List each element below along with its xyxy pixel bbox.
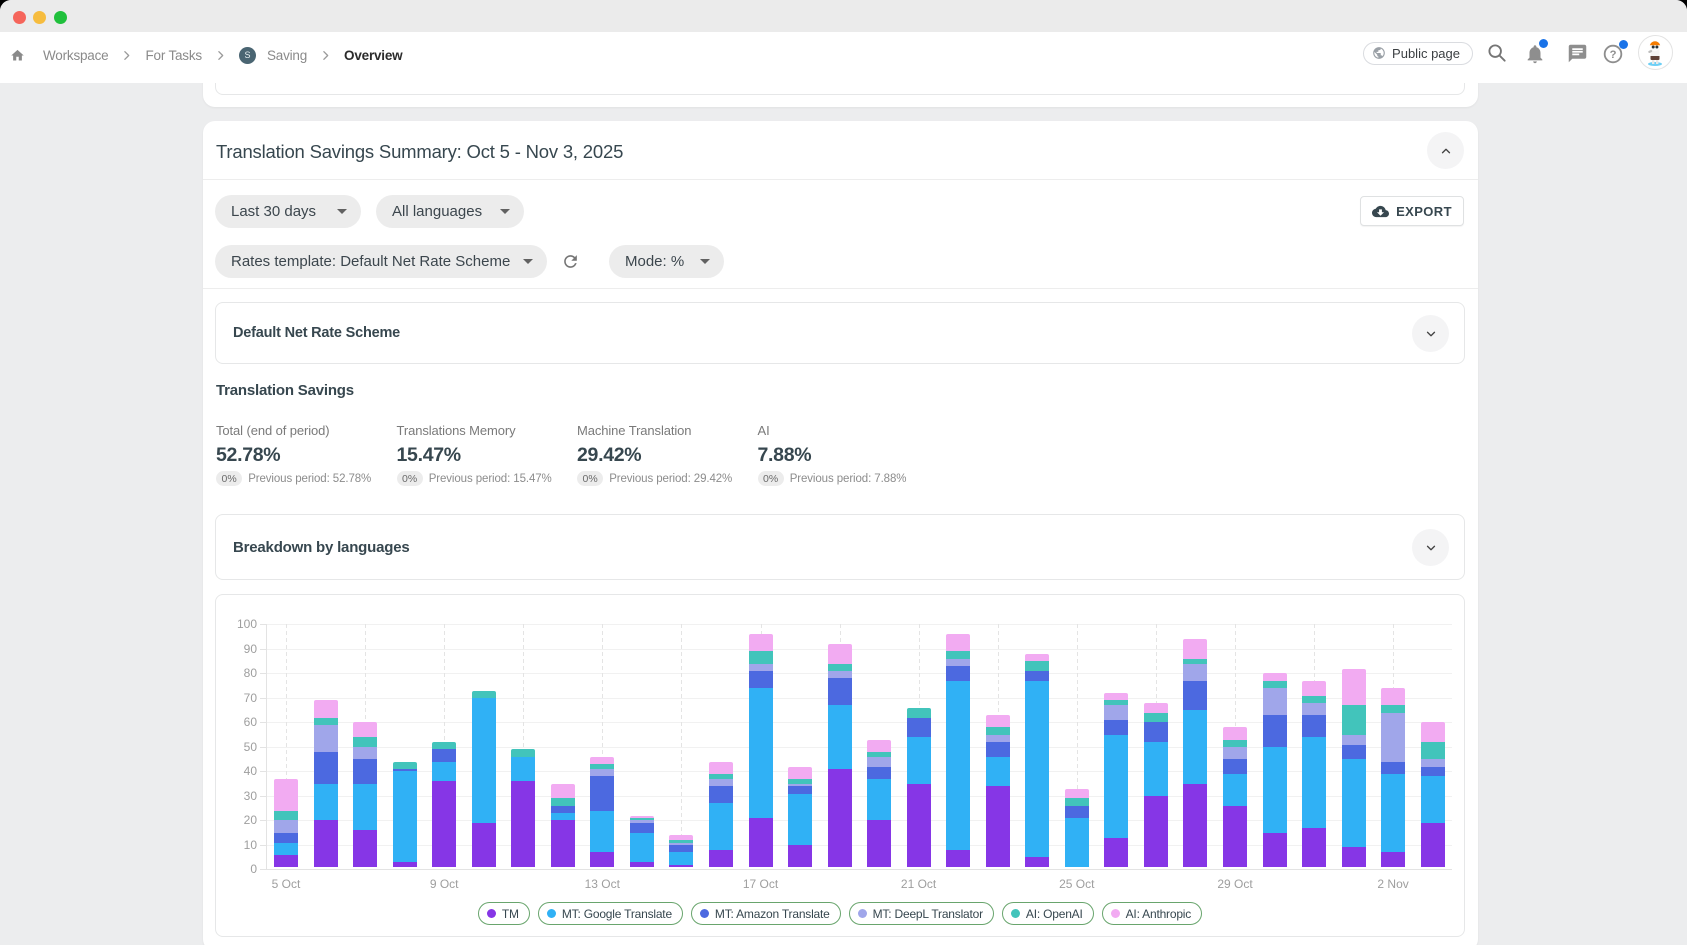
svg-text:?: ? (1610, 49, 1617, 61)
